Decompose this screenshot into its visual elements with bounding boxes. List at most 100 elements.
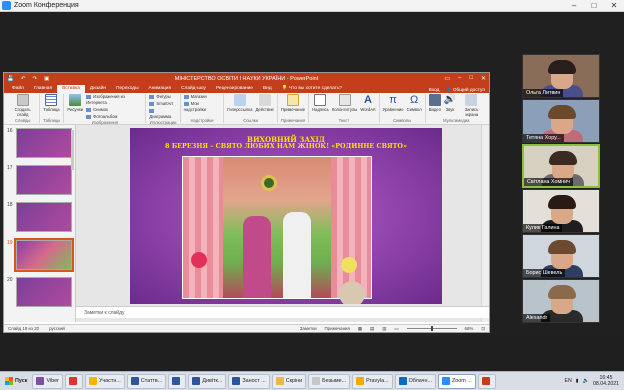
slide-photo[interactable]	[182, 156, 372, 304]
group-symbols: π Уравнение Ω Символ Символы	[380, 94, 426, 123]
present-icon[interactable]: ▣	[44, 76, 49, 82]
thumbnail-scrollbar[interactable]	[71, 130, 74, 170]
clock[interactable]: 16:45 08.04.2021	[593, 375, 619, 387]
screenshot-button[interactable]: Снимок	[86, 107, 142, 113]
screen-recording-button[interactable]: Запись экрана	[459, 94, 484, 117]
zoom-slider[interactable]	[406, 326, 457, 331]
symbol-button[interactable]: Ω Символ	[407, 94, 422, 112]
participant-video-tile[interactable]: Кулик Галина	[522, 189, 600, 233]
slide-thumbnail[interactable]: 17	[7, 165, 72, 195]
close-icon[interactable]: ✕	[604, 1, 624, 10]
normal-view-icon[interactable]: ▦	[358, 326, 362, 332]
store-button[interactable]: Магазин	[184, 94, 221, 100]
slide-thumbnail[interactable]: 20	[7, 277, 72, 307]
textbox-button[interactable]: Надпись	[312, 94, 329, 112]
taskbar-app-button[interactable]: Облачн...	[394, 373, 436, 389]
slide-thumbnail-selected[interactable]: 19	[7, 238, 74, 272]
ppt-minimize-icon[interactable]: –	[458, 75, 461, 82]
zoom-level[interactable]: 68%	[465, 326, 474, 331]
tab-transitions[interactable]: Переходы	[111, 85, 144, 93]
online-pictures-button[interactable]: Изображения из Интернета	[86, 94, 142, 106]
smartart-button[interactable]: SmartArt	[149, 101, 176, 107]
zoom-logo-icon	[2, 1, 11, 10]
chart-button[interactable]: Диаграмма	[149, 108, 176, 120]
app-icon	[192, 377, 201, 385]
my-addins-button[interactable]: Мои надстройки	[184, 101, 221, 113]
ribbon-options-icon[interactable]: ▭	[444, 75, 450, 82]
participant-video-tile[interactable]: Тетяна Хору...	[522, 99, 600, 143]
slide-thumbnail[interactable]: 16	[7, 128, 72, 158]
notes-toggle[interactable]: Заметки	[300, 326, 317, 331]
taskbar-app-button[interactable]: Дивітк...	[188, 373, 227, 389]
table-icon	[45, 94, 58, 106]
volume-icon[interactable]: 🔈	[583, 378, 589, 384]
participant-hair	[548, 240, 576, 254]
video-button[interactable]: Видео	[429, 94, 441, 112]
fit-slide-icon[interactable]: ⊡	[481, 326, 485, 332]
wordart-button[interactable]: A WordArt	[360, 94, 375, 112]
header-footer-button[interactable]: Колонтитулы	[332, 94, 357, 112]
taskbar-app-button[interactable]: Zoom ...	[437, 373, 476, 389]
slide-scrollbar[interactable]	[481, 125, 489, 322]
taskbar-app-button[interactable]	[168, 373, 187, 389]
participant-video-tile[interactable]: Alexandr	[522, 279, 600, 323]
hyperlink-button[interactable]: Гиперссылка	[227, 94, 252, 112]
save-icon[interactable]: 💾	[7, 76, 14, 82]
participant-video-tile[interactable]: Світлана Хомнич	[522, 144, 600, 188]
participant-video-tile[interactable]: Ольга Литвин	[522, 54, 600, 98]
tab-file[interactable]: Файл	[7, 85, 29, 93]
tab-review[interactable]: Рецензирование	[211, 85, 258, 93]
redo-icon[interactable]: ↷	[32, 76, 37, 82]
share-button[interactable]: 👤 Общий доступ	[445, 88, 485, 93]
maximize-icon[interactable]: □	[584, 1, 604, 10]
tab-slideshow[interactable]: Слайд-шоу	[176, 85, 211, 93]
start-button[interactable]: Пуск	[2, 374, 30, 389]
undo-icon[interactable]: ↶	[21, 76, 26, 82]
sign-in-link[interactable]: Вход	[429, 88, 440, 93]
audio-button[interactable]: 🔊 Звук	[444, 94, 456, 112]
tell-me-search[interactable]: 💡 Что вы хотите сделать?	[277, 85, 347, 93]
minimize-icon[interactable]: –	[564, 1, 584, 10]
comments-toggle[interactable]: Примечания	[325, 326, 350, 331]
ppt-close-icon[interactable]: ✕	[481, 75, 486, 82]
shapes-button[interactable]: Фигуры	[149, 94, 176, 100]
participant-name: Світлана Хомнич	[524, 178, 573, 186]
app-icon	[36, 377, 45, 385]
language-indicator[interactable]: EN	[564, 378, 571, 384]
taskbar-app-button[interactable]: Скріни	[271, 373, 307, 389]
taskbar-app-button[interactable]: Pravyla...	[352, 373, 393, 389]
app-icon	[312, 377, 321, 385]
pictures-button[interactable]: Рисунки	[67, 94, 83, 112]
taskbar-app-button[interactable]	[64, 373, 83, 389]
slide-thumbnail[interactable]: 18	[7, 202, 72, 232]
comment-button[interactable]: Примечание	[281, 94, 305, 112]
slide-thumbnail-pane[interactable]: 16 17 18 19 20	[4, 125, 76, 322]
slideshow-view-icon[interactable]: ▭	[394, 326, 398, 332]
wreath-decoration	[261, 175, 277, 191]
taskbar-app-button[interactable]: Заност ...	[228, 373, 270, 389]
taskbar-app-button[interactable]: Статтв...	[126, 373, 167, 389]
sorter-view-icon[interactable]: ▤	[370, 326, 374, 332]
group-label: Слайды	[14, 118, 31, 123]
tab-insert[interactable]: Вставка	[57, 85, 85, 93]
tab-home[interactable]: Главная	[29, 85, 57, 93]
current-slide[interactable]: ВИХОВНИЙ ЗАХІД 8 БЕРЕЗНЯ – СВЯТО ЛЮБИХ Н…	[130, 128, 442, 304]
tab-animations[interactable]: Анимация	[144, 85, 177, 93]
tab-view[interactable]: Вид	[258, 85, 277, 93]
language-indicator[interactable]: русский	[49, 326, 65, 331]
notes-pane[interactable]: Заметки к слайду	[76, 306, 489, 318]
ppt-maximize-icon[interactable]: □	[469, 75, 473, 82]
equation-button[interactable]: π Уравнение	[383, 94, 404, 112]
action-button[interactable]: Действие	[255, 94, 274, 112]
tab-design[interactable]: Дизайн	[85, 85, 111, 93]
taskbar-app-button[interactable]	[477, 373, 496, 389]
table-button[interactable]: Таблица	[43, 94, 60, 112]
participant-video-tile[interactable]: Борис Шевель	[522, 234, 600, 278]
taskbar-app-button[interactable]: Viber	[32, 373, 63, 389]
taskbar-app-button[interactable]: Безыме...	[308, 373, 351, 389]
taskbar-app-button[interactable]: Участн...	[84, 373, 125, 389]
zoom-title-bar: Zoom Конференция – □ ✕	[0, 0, 624, 12]
new-slide-button[interactable]: Создать слайд	[9, 94, 36, 117]
network-icon[interactable]: ▮	[576, 378, 579, 384]
reading-view-icon[interactable]: ▥	[382, 326, 386, 332]
